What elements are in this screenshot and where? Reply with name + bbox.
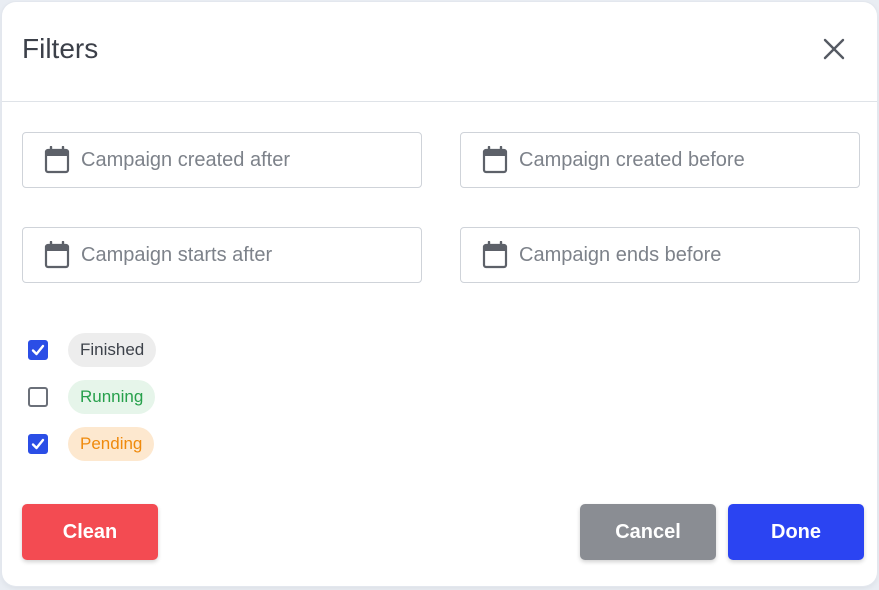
status-chip-pending: Pending xyxy=(68,427,155,461)
calendar-icon xyxy=(481,240,509,270)
checkmark-icon xyxy=(31,344,45,356)
finished-checkbox[interactable] xyxy=(28,340,48,360)
running-checkbox[interactable] xyxy=(28,387,48,407)
pending-checkbox[interactable] xyxy=(28,434,48,454)
close-icon xyxy=(823,38,845,60)
dialog-title: Filters xyxy=(22,33,99,64)
starts-after-placeholder: Campaign starts after xyxy=(81,243,273,266)
calendar-icon xyxy=(43,240,71,270)
checkmark-icon xyxy=(31,438,45,450)
filters-dialog: Filters Campaign created after Campaign … xyxy=(2,2,877,586)
status-filter-finished: Finished xyxy=(28,333,157,367)
created-after-placeholder: Campaign created after xyxy=(81,148,291,171)
created-after-field[interactable]: Campaign created after xyxy=(22,132,422,188)
status-filter-pending: Pending xyxy=(28,427,155,461)
done-button[interactable]: Done xyxy=(728,504,864,560)
status-filter-running: Running xyxy=(28,380,156,414)
starts-after-field[interactable]: Campaign starts after xyxy=(22,227,422,283)
status-chip-finished: Finished xyxy=(68,333,157,367)
calendar-icon xyxy=(43,145,71,175)
clean-button[interactable]: Clean xyxy=(22,504,158,560)
ends-before-placeholder: Campaign ends before xyxy=(519,243,722,266)
ends-before-field[interactable]: Campaign ends before xyxy=(460,227,860,283)
created-before-field[interactable]: Campaign created before xyxy=(460,132,860,188)
cancel-button[interactable]: Cancel xyxy=(580,504,716,560)
status-chip-running: Running xyxy=(68,380,156,414)
created-before-placeholder: Campaign created before xyxy=(519,148,745,171)
dialog-header: Filters xyxy=(2,2,877,102)
close-button[interactable] xyxy=(817,32,851,66)
calendar-icon xyxy=(481,145,509,175)
